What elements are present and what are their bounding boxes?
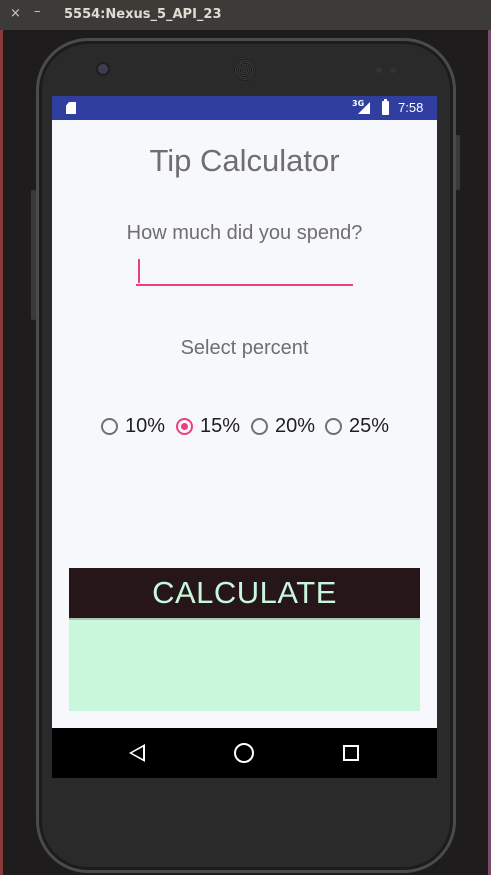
status-time: 7:58 [398,100,424,115]
earpiece-speaker-icon [234,59,256,81]
status-bar: 3G 7:58 [52,96,437,120]
navigation-bar [52,728,437,778]
radio-label: 15% [200,414,241,437]
back-icon[interactable] [129,744,145,762]
app-title: Tip Calculator [149,143,340,178]
emulator-title-bar: × – 5554:Nexus_5_API_23 [0,0,491,30]
light-sensor [390,67,396,73]
proximity-sensor [376,67,382,73]
radio-button-icon[interactable] [251,417,268,435]
select-percent-label: Select percent [180,337,309,359]
radio-button-icon[interactable] [101,417,118,435]
sd-card-icon [66,102,76,114]
desktop-edge-left [0,30,3,875]
phone-screen: 3G 7:58 Tip Calculator How much did you … [52,96,437,778]
calculate-button[interactable]: CALCULATE [69,568,420,620]
window-close-button[interactable]: × [10,6,21,21]
radio-option-10[interactable]: 10% [101,413,165,439]
result-area [69,620,420,711]
radio-button-checked-icon[interactable] [176,417,193,435]
radio-label: 10% [125,414,166,437]
radio-option-15[interactable]: 15% [176,413,240,439]
home-icon[interactable] [234,743,254,763]
network-type-label: 3G [352,99,365,108]
front-camera-icon [98,64,108,74]
radio-label: 20% [275,414,316,437]
radio-label: 25% [349,414,390,437]
radio-option-20[interactable]: 20% [251,413,315,439]
amount-input[interactable] [136,254,353,286]
recents-icon[interactable] [343,745,359,761]
spend-question-label: How much did you spend? [126,222,363,244]
window-minimize-button[interactable]: – [34,4,41,19]
battery-icon [382,99,389,115]
window-title: 5554:Nexus_5_API_23 [64,7,222,22]
radio-button-icon[interactable] [325,417,342,435]
radio-option-25[interactable]: 25% [325,413,389,439]
text-cursor [138,259,140,283]
